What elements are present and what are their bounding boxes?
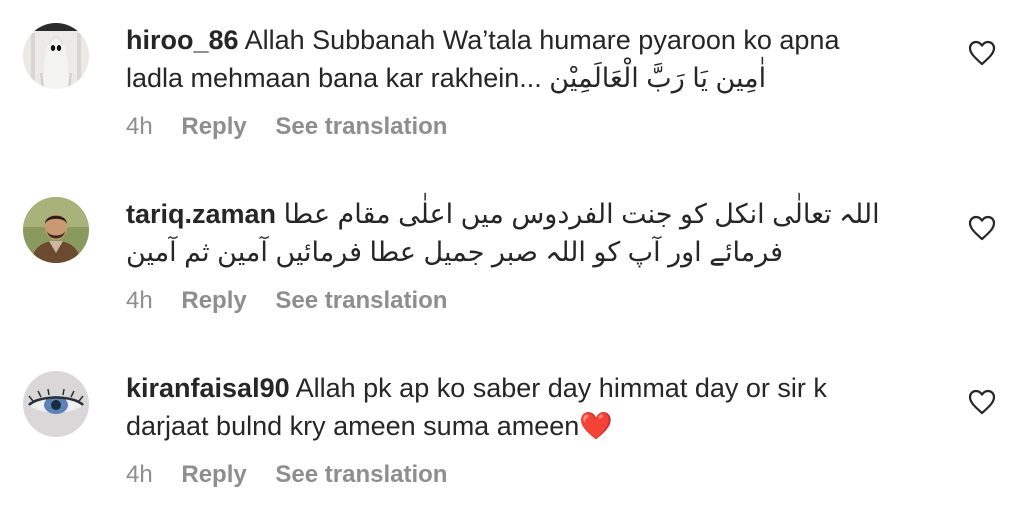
comment-text-urdu: اٰمِین یَا رَبَّ الْعَالَمِیْن: [549, 63, 767, 93]
comment-line-1: kiranfaisal90 Allah pk ap ko saber day h…: [126, 369, 936, 407]
see-translation-button[interactable]: See translation: [275, 461, 447, 488]
comment-timestamp: 4h: [126, 287, 153, 314]
comment-timestamp: 4h: [126, 461, 153, 488]
reply-button[interactable]: Reply: [181, 113, 246, 140]
comment-line-2: ladla mehmaan bana kar rakhein... اٰمِین…: [126, 59, 936, 97]
comment-text: darjaat bulnd kry ameen suma ameen: [126, 411, 580, 441]
user-avatar[interactable]: [23, 371, 89, 437]
comment-line-2: فرمائے اور آپ کو اللہ صبر جمیل عطا فرمائ…: [126, 233, 936, 271]
comment-text-urdu: اللہ تعالٰی انکل کو جنت الفردوس میں اعلٰ…: [283, 199, 880, 229]
comment-username[interactable]: hiroo_86: [126, 25, 239, 55]
comment-body: kiranfaisal90 Allah pk ap ko saber day h…: [126, 369, 936, 445]
comment-item: hiroo_86 Allah Subbanah Wa’tala humare p…: [0, 0, 1016, 170]
comment-item: tariq.zaman اللہ تعالٰی انکل کو جنت الفر…: [0, 174, 1016, 344]
comment-username[interactable]: tariq.zaman: [126, 199, 276, 229]
comment-timestamp: 4h: [126, 113, 153, 140]
like-button[interactable]: [968, 215, 996, 241]
comment-text: ladla mehmaan bana kar rakhein...: [126, 63, 542, 93]
comment-line-2: darjaat bulnd kry ameen suma ameen❤️: [126, 407, 936, 445]
user-avatar[interactable]: [23, 197, 89, 263]
see-translation-button[interactable]: See translation: [275, 113, 447, 140]
see-translation-button[interactable]: See translation: [275, 287, 447, 314]
comment-item: kiranfaisal90 Allah pk ap ko saber day h…: [0, 348, 1016, 518]
eye-avatar-icon: [23, 371, 89, 437]
ghost-avatar-icon: [23, 23, 89, 89]
comment-text-urdu: فرمائے اور آپ کو اللہ صبر جمیل عطا فرمائ…: [126, 237, 784, 267]
comment-line-1: hiroo_86 Allah Subbanah Wa’tala humare p…: [126, 21, 936, 59]
comment-text: Allah Subbanah Wa’tala humare pyaroon ko…: [244, 25, 840, 55]
user-avatar[interactable]: [23, 23, 89, 89]
comment-body: tariq.zaman اللہ تعالٰی انکل کو جنت الفر…: [126, 195, 936, 271]
red-heart-emoji: ❤️: [579, 411, 613, 441]
comment-meta: 4h Reply See translation: [126, 460, 447, 490]
reply-button[interactable]: Reply: [181, 461, 246, 488]
comments-list: hiroo_86 Allah Subbanah Wa’tala humare p…: [0, 0, 1016, 525]
like-button[interactable]: [968, 40, 996, 66]
comment-body: hiroo_86 Allah Subbanah Wa’tala humare p…: [126, 21, 936, 97]
comment-text: Allah pk ap ko saber day himmat day or s…: [295, 373, 827, 403]
comment-meta: 4h Reply See translation: [126, 286, 447, 316]
heart-outline-icon: [968, 389, 996, 415]
heart-outline-icon: [968, 215, 996, 241]
man-portrait-avatar-icon: [23, 197, 89, 263]
like-button[interactable]: [968, 389, 996, 415]
comment-username[interactable]: kiranfaisal90: [126, 373, 290, 403]
comment-meta: 4h Reply See translation: [126, 112, 447, 142]
comment-line-1: tariq.zaman اللہ تعالٰی انکل کو جنت الفر…: [126, 195, 936, 233]
heart-outline-icon: [968, 40, 996, 66]
reply-button[interactable]: Reply: [181, 287, 246, 314]
